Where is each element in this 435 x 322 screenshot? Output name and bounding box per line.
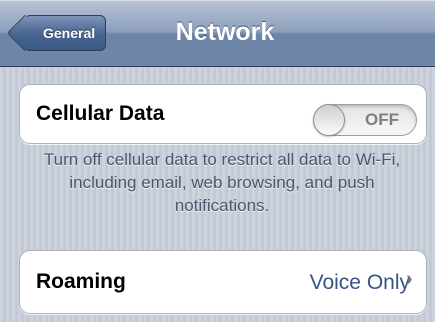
back-button-general[interactable]: General (24, 15, 106, 51)
page-title: Network (175, 18, 275, 46)
navigation-bar: General Network (0, 0, 435, 67)
chevron-right-icon: › (406, 268, 413, 290)
cellular-data-description: Turn off cellular data to restrict all d… (43, 150, 401, 215)
toggle-knob (313, 104, 345, 136)
roaming-cell[interactable]: Roaming Voice Only › (19, 250, 427, 314)
cellular-data-cell: Cellular Data OFF (19, 84, 427, 144)
back-button-label: General (43, 25, 96, 41)
cellular-data-label: Cellular Data (36, 102, 165, 125)
toggle-state-text: OFF (365, 110, 399, 129)
cellular-data-toggle[interactable]: OFF (313, 104, 417, 136)
roaming-label: Roaming (36, 270, 126, 293)
roaming-value: Voice Only (309, 271, 410, 294)
